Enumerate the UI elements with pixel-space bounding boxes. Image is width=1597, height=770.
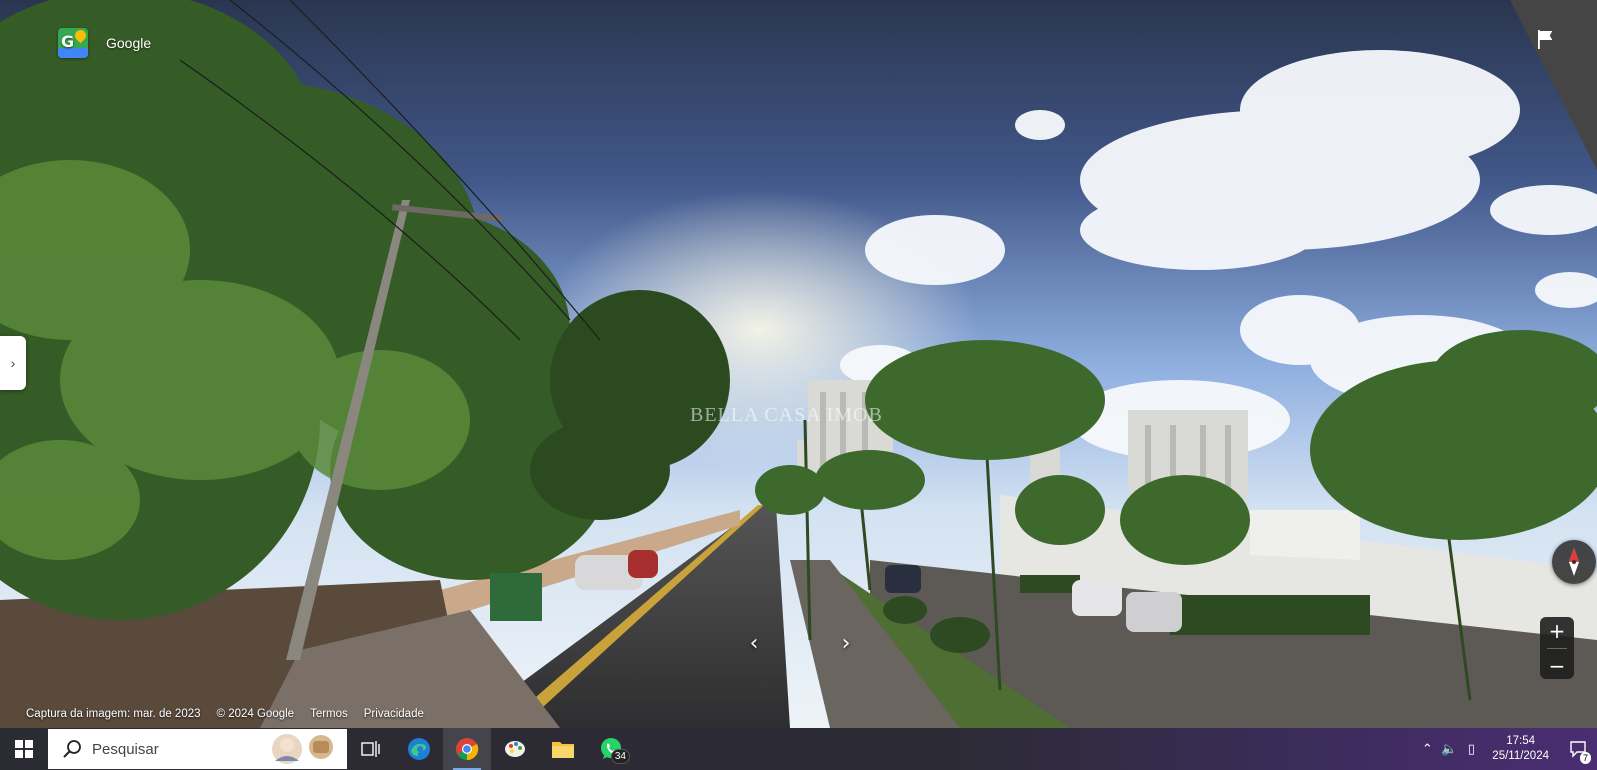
whatsapp-taskbar-button[interactable]: 34 (587, 728, 635, 770)
chevron-up-icon[interactable]: ⌃ (1416, 742, 1438, 757)
brand-label: Google (106, 35, 152, 51)
attribution-bar: Captura da imagem: mar. de 2023 © 2024 G… (26, 708, 424, 720)
notification-center-button[interactable]: 7 (1559, 728, 1597, 770)
street-view-panorama[interactable] (0, 0, 1597, 728)
battery-icon[interactable]: ▯ (1460, 742, 1482, 757)
windows-icon (15, 740, 33, 758)
zoom-in-button[interactable]: + (1549, 621, 1566, 641)
search-icon (63, 740, 81, 758)
zoom-out-button[interactable]: − (1549, 656, 1566, 676)
paint-taskbar-button[interactable] (491, 728, 539, 770)
taskbar-search-box[interactable]: Pesquisar (48, 729, 347, 769)
windows-taskbar: Pesquisar 34 ⌃ 🔈 ▯ 17:54 25/11/2024 7 (0, 728, 1597, 770)
capture-date: Captura da imagem: mar. de 2023 (26, 708, 201, 720)
whatsapp-badge: 34 (610, 749, 630, 764)
next-view-button[interactable]: › (833, 630, 859, 656)
report-flag-icon[interactable] (1534, 27, 1558, 51)
google-maps-icon: G (58, 28, 88, 58)
google-brand: G Google (58, 28, 151, 58)
chrome-icon (456, 738, 479, 761)
clock-date: 25/11/2024 (1492, 750, 1549, 762)
chrome-taskbar-button[interactable] (443, 728, 491, 770)
edge-icon (408, 738, 430, 760)
start-button[interactable] (0, 728, 48, 770)
edge-taskbar-button[interactable] (395, 728, 443, 770)
copyright: © 2024 Google (216, 708, 295, 720)
taskbar-clock[interactable]: 17:54 25/11/2024 (1492, 734, 1549, 764)
chevron-right-icon: › (841, 630, 851, 656)
system-tray: ⌃ 🔈 ▯ 17:54 25/11/2024 7 (1416, 728, 1597, 770)
palette-icon (505, 741, 525, 757)
zoom-control: + − (1540, 617, 1574, 679)
search-placeholder: Pesquisar (92, 740, 159, 758)
side-panel-toggle-button[interactable]: › (0, 336, 26, 390)
task-view-button[interactable] (347, 728, 395, 770)
previous-view-button[interactable]: ‹ (741, 630, 767, 656)
clock-time: 17:54 (1506, 735, 1536, 747)
search-highlight-icon (272, 734, 333, 764)
compass-icon[interactable] (1552, 540, 1596, 584)
task-view-icon (361, 741, 380, 757)
terms-link[interactable]: Termos (310, 708, 348, 720)
chevron-left-icon: ‹ (749, 630, 759, 656)
file-explorer-taskbar-button[interactable] (539, 728, 587, 770)
chevron-right-icon: › (10, 355, 16, 371)
folder-icon (552, 742, 574, 758)
volume-icon[interactable]: 🔈 (1438, 742, 1460, 757)
notification-count: 7 (1579, 752, 1591, 764)
realty-watermark: BELLA CASA IMOB (690, 404, 883, 426)
privacy-link[interactable]: Privacidade (364, 708, 424, 720)
